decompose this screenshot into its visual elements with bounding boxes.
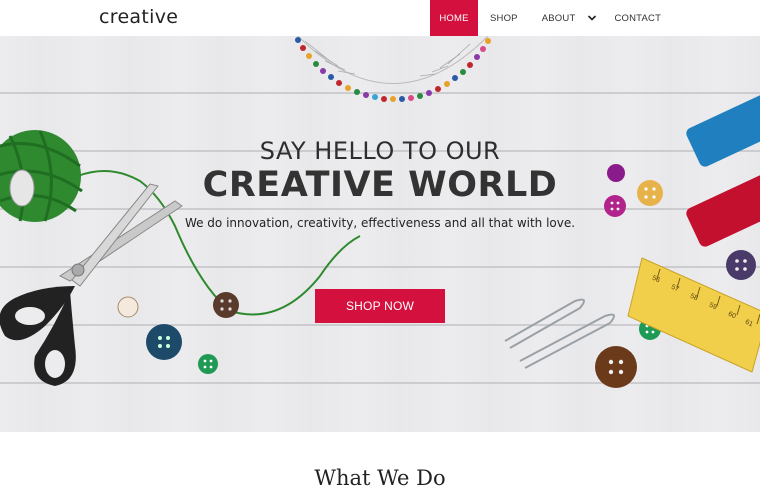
nav-shop[interactable]: SHOP xyxy=(490,0,518,36)
main-nav: HOME SHOP ABOUT CONTACT xyxy=(430,0,661,36)
top-navbar: creative HOME SHOP ABOUT CONTACT xyxy=(0,0,760,36)
sewing-supplies-illustration xyxy=(0,36,760,388)
hero-banner: 56 57 58 59 60 61 SAY HELLO TO OUR CREAT… xyxy=(0,36,760,432)
hero-subtitle: We do innovation, creativity, effectiven… xyxy=(184,216,576,230)
buttons-left xyxy=(117,292,239,374)
shop-now-button[interactable]: SHOP NOW xyxy=(315,289,445,323)
nav-home[interactable]: HOME xyxy=(430,0,478,36)
chevron-down-icon[interactable] xyxy=(587,13,597,23)
pins-arc xyxy=(295,36,491,102)
site-logo[interactable]: creative xyxy=(99,6,178,28)
nav-about[interactable]: ABOUT xyxy=(542,0,598,36)
hero-title-line2: CREATIVE WORLD xyxy=(202,165,558,205)
nav-contact[interactable]: CONTACT xyxy=(614,0,661,36)
hero-title-line1: SAY HELLO TO OUR xyxy=(259,137,501,165)
nav-about-label: ABOUT xyxy=(541,12,576,24)
section-title: What We Do xyxy=(314,466,446,490)
